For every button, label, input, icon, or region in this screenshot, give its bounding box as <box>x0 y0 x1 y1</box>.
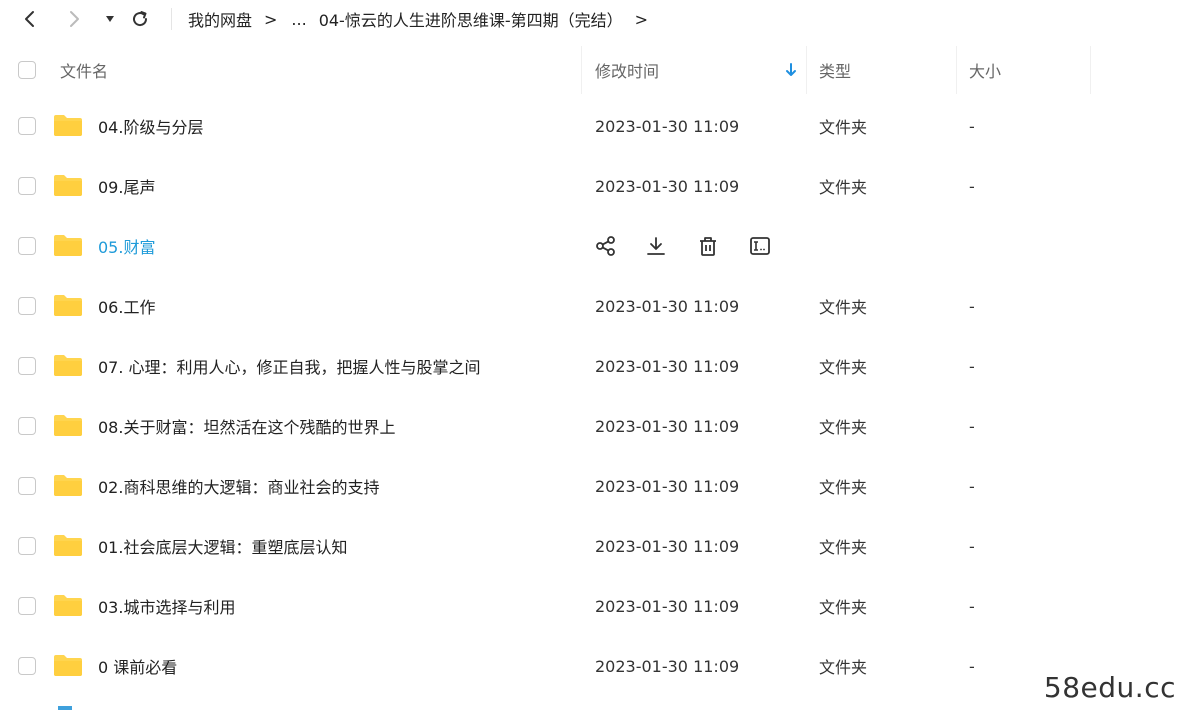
file-size: - <box>969 476 975 496</box>
modified-time: 2023-01-30 11:09 <box>595 116 740 136</box>
file-size: - <box>969 536 975 556</box>
column-divider <box>1090 46 1091 94</box>
file-size: - <box>969 596 975 616</box>
row-checkbox[interactable] <box>18 597 36 615</box>
file-type: 文件夹 <box>819 118 868 137</box>
table-row-hovered[interactable]: 05.财富 <box>0 216 1194 276</box>
arrow-down-icon[interactable] <box>783 46 799 94</box>
file-name[interactable]: 01.社会底层大逻辑：重塑底层认知 <box>98 516 347 576</box>
file-name[interactable]: 03.城市选择与利用 <box>98 576 235 636</box>
file-type: 文件夹 <box>819 178 868 197</box>
table-row[interactable]: 07. 心理：利用人心，修正自我，把握人性与股掌之间 2023-01-30 11… <box>0 336 1194 396</box>
file-type: 文件夹 <box>819 538 868 557</box>
table-row[interactable]: 08.关于财富：坦然活在这个残酷的世界上 2023-01-30 11:09 文件… <box>0 396 1194 456</box>
chevron-left-icon[interactable] <box>18 7 42 31</box>
modified-time: 2023-01-30 11:09 <box>595 596 740 616</box>
breadcrumb-ellipsis[interactable]: ... <box>291 10 306 29</box>
file-name[interactable]: 07. 心理：利用人心，修正自我，把握人性与股掌之间 <box>98 336 481 396</box>
file-size: - <box>969 116 975 136</box>
row-checkbox[interactable] <box>18 117 36 135</box>
file-size: - <box>969 656 975 676</box>
row-checkbox[interactable] <box>18 537 36 555</box>
folder-icon <box>53 233 83 257</box>
folder-icon <box>53 473 83 497</box>
file-type: 文件夹 <box>819 598 868 617</box>
file-type: 文件夹 <box>819 478 868 497</box>
file-size: - <box>969 356 975 376</box>
file-name[interactable]: 02.商科思维的大逻辑：商业社会的支持 <box>98 456 379 516</box>
file-type: 文件夹 <box>819 298 868 317</box>
table-row[interactable]: 04.阶级与分层 2023-01-30 11:09 文件夹 - <box>0 96 1194 156</box>
column-divider <box>806 46 807 94</box>
file-size: - <box>969 296 975 316</box>
table-row[interactable]: 09.尾声 2023-01-30 11:09 文件夹 - <box>0 156 1194 216</box>
row-checkbox[interactable] <box>18 357 36 375</box>
caret-down-icon[interactable] <box>98 7 122 31</box>
row-checkbox[interactable] <box>18 417 36 435</box>
breadcrumb: 我的网盘 > ... 04-惊云的人生进阶思维课-第四期（完结） > <box>188 7 662 31</box>
file-name[interactable]: 06.工作 <box>98 276 155 336</box>
watermark: 58edu.cc <box>1043 671 1176 704</box>
row-checkbox[interactable] <box>18 297 36 315</box>
modified-time: 2023-01-30 11:09 <box>595 476 740 496</box>
column-size[interactable]: 大小 <box>969 46 1001 94</box>
modified-time: 2023-01-30 11:09 <box>595 656 740 676</box>
file-name[interactable]: 05.财富 <box>98 216 155 276</box>
chevron-right-icon[interactable] <box>62 7 86 31</box>
file-size: - <box>969 176 975 196</box>
column-header: 文件名 修改时间 类型 大小 <box>0 46 1194 94</box>
refresh-icon[interactable] <box>128 7 152 31</box>
delete-icon[interactable] <box>696 234 720 258</box>
row-checkbox[interactable] <box>18 657 36 675</box>
file-name[interactable]: 04.阶级与分层 <box>98 96 203 156</box>
toolbar-divider <box>171 8 172 30</box>
modified-time: 2023-01-30 11:09 <box>595 296 740 316</box>
column-divider <box>956 46 957 94</box>
folder-icon <box>53 533 83 557</box>
toolbar: 我的网盘 > ... 04-惊云的人生进阶思维课-第四期（完结） > <box>0 0 1194 38</box>
folder-icon <box>53 653 83 677</box>
modified-time: 2023-01-30 11:09 <box>595 356 740 376</box>
folder-icon <box>53 173 83 197</box>
row-checkbox[interactable] <box>18 237 36 255</box>
table-row[interactable]: 03.城市选择与利用 2023-01-30 11:09 文件夹 - <box>0 576 1194 636</box>
folder-icon <box>53 413 83 437</box>
file-type: 文件夹 <box>819 658 868 677</box>
breadcrumb-separator-end[interactable]: > <box>635 10 648 29</box>
row-checkbox[interactable] <box>18 477 36 495</box>
rename-icon[interactable] <box>748 234 772 258</box>
folder-icon <box>53 353 83 377</box>
file-type: 文件夹 <box>819 358 868 377</box>
modified-time: 2023-01-30 11:09 <box>595 176 740 196</box>
column-divider <box>581 46 582 94</box>
file-list: 04.阶级与分层 2023-01-30 11:09 文件夹 - 09.尾声 20… <box>0 96 1194 696</box>
folder-icon <box>53 113 83 137</box>
share-icon[interactable] <box>594 234 618 258</box>
file-name[interactable]: 09.尾声 <box>98 156 155 216</box>
file-name[interactable]: 08.关于财富：坦然活在这个残酷的世界上 <box>98 396 395 456</box>
table-row[interactable]: 02.商科思维的大逻辑：商业社会的支持 2023-01-30 11:09 文件夹… <box>0 456 1194 516</box>
select-all-checkbox[interactable] <box>18 61 36 79</box>
file-type: 文件夹 <box>819 418 868 437</box>
table-row[interactable]: 06.工作 2023-01-30 11:09 文件夹 - <box>0 276 1194 336</box>
column-type[interactable]: 类型 <box>819 46 851 94</box>
modified-time: 2023-01-30 11:09 <box>595 536 740 556</box>
next-row-folder-icon-partial <box>58 706 72 710</box>
table-row[interactable]: 01.社会底层大逻辑：重塑底层认知 2023-01-30 11:09 文件夹 - <box>0 516 1194 576</box>
file-size: - <box>969 416 975 436</box>
breadcrumb-root[interactable]: 我的网盘 <box>188 7 252 31</box>
folder-icon <box>53 593 83 617</box>
breadcrumb-current[interactable]: 04-惊云的人生进阶思维课-第四期（完结） <box>319 7 623 31</box>
modified-time: 2023-01-30 11:09 <box>595 416 740 436</box>
column-modified[interactable]: 修改时间 <box>595 46 659 94</box>
download-icon[interactable] <box>644 234 668 258</box>
breadcrumb-separator: > <box>264 9 278 29</box>
table-row[interactable]: 0 课前必看 2023-01-30 11:09 文件夹 - <box>0 636 1194 696</box>
folder-icon <box>53 293 83 317</box>
file-name[interactable]: 0 课前必看 <box>98 636 177 696</box>
row-checkbox[interactable] <box>18 177 36 195</box>
column-name[interactable]: 文件名 <box>60 46 108 94</box>
